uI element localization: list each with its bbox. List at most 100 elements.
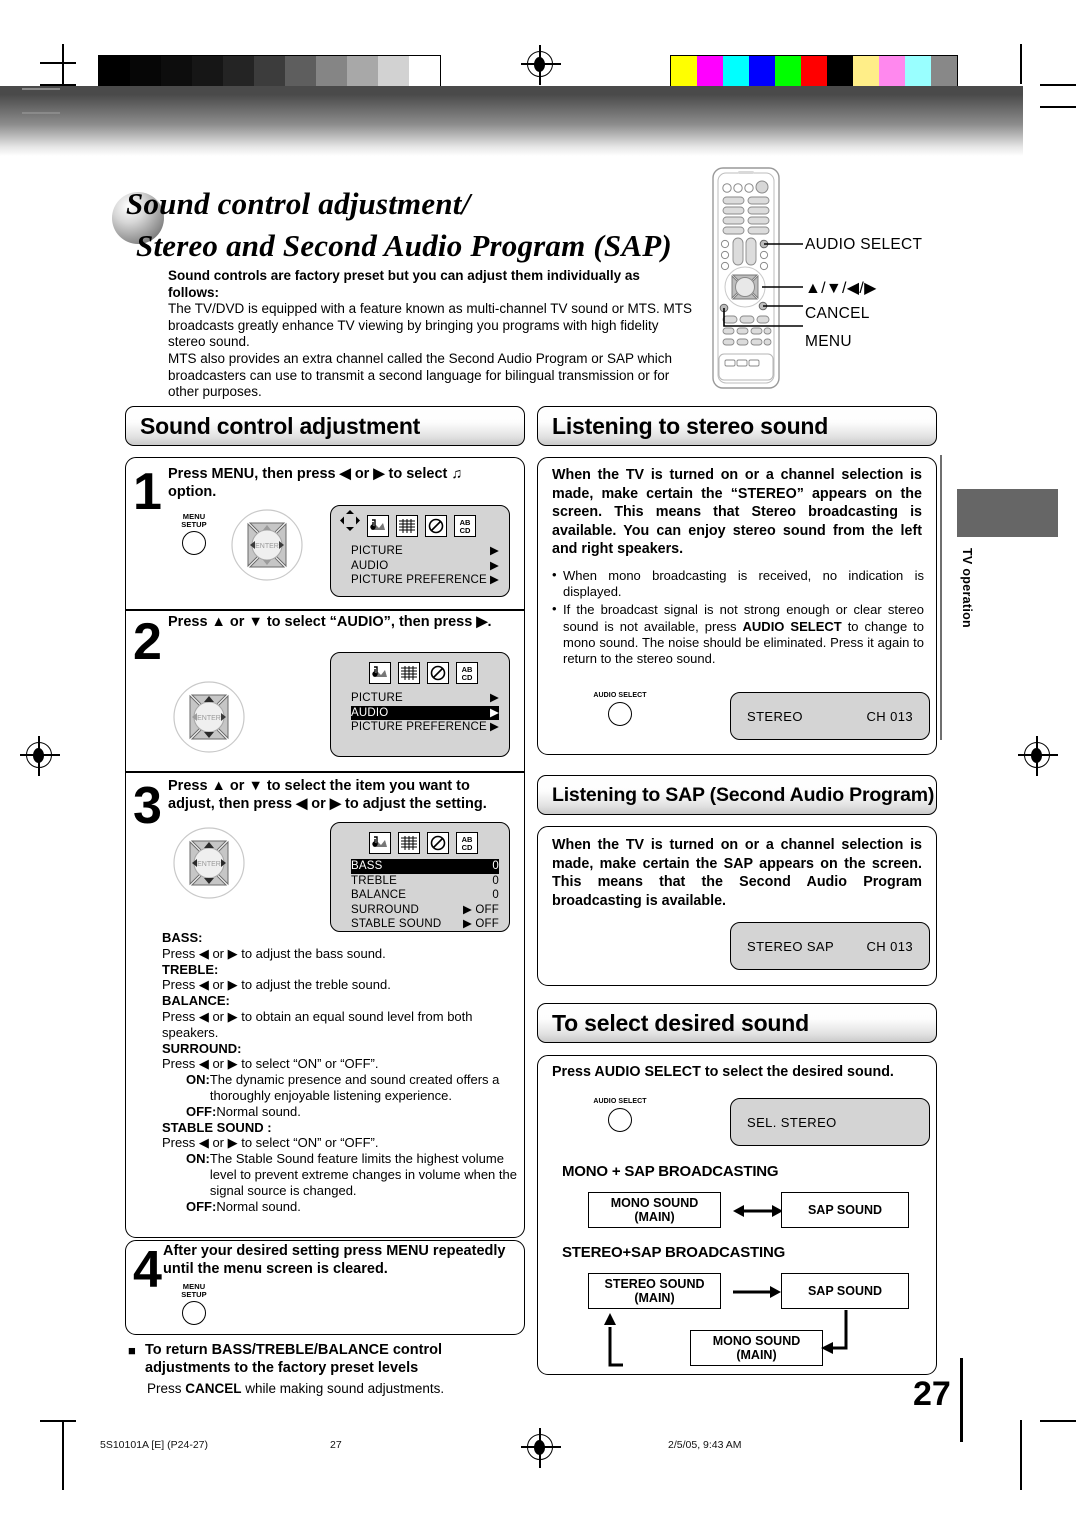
bass-desc: Press ◀ or ▶ to adjust the bass sound. bbox=[162, 945, 386, 961]
calibration-swatch bbox=[254, 56, 285, 86]
arrow-pad-step2[interactable]: ENTER bbox=[170, 680, 248, 754]
osd-icon-row-step3: AB CD bbox=[331, 823, 509, 854]
flow-box-mono-1: MONO SOUND (MAIN) bbox=[588, 1192, 721, 1228]
crop-mark-tr-v bbox=[1020, 44, 1022, 84]
color-calibration-bar bbox=[670, 55, 958, 87]
arrow-pad-step1[interactable]: ENTER bbox=[228, 508, 306, 582]
audio-icon bbox=[369, 832, 391, 854]
osd-cursor-icon-step1 bbox=[340, 510, 360, 531]
menu-setup-line2: SETUP bbox=[181, 520, 207, 529]
osd-rows-step1: PICTURE ▶ AUDIO ▶ PICTURE PREFERENCE ▶ bbox=[331, 537, 509, 588]
crop-mark-tr-h2 bbox=[1040, 106, 1076, 108]
osd-row-value: ▶ OFF bbox=[462, 903, 499, 916]
osd-row[interactable]: PICTURE PREFERENCE ▶ bbox=[351, 573, 499, 588]
crop-mark-br-v bbox=[1020, 1420, 1022, 1490]
balance-desc: Press ◀ or ▶ to obtain an equal sound le… bbox=[162, 1008, 473, 1040]
callout-audio-select: AUDIO SELECT bbox=[805, 236, 923, 253]
flow-arrow-bidirectional-icon bbox=[733, 1205, 783, 1217]
abcd-icon: AB CD bbox=[456, 662, 478, 684]
treble-desc: Press ◀ or ▶ to adjust the treble sound. bbox=[162, 977, 391, 993]
arrow-pad-step3[interactable]: ENTER bbox=[170, 826, 248, 900]
crop-mark-tr-h bbox=[1040, 84, 1076, 86]
osd-row-label: PICTURE PREFERENCE bbox=[351, 721, 487, 733]
osd-row[interactable]: TREBLE 0 bbox=[351, 874, 499, 889]
stable-on-label: ON: bbox=[186, 1151, 210, 1167]
osd-panel-step2: AB CD PICTURE ▶ AUDIO ▶ PICTURE PREFERENCE ▶ bbox=[330, 652, 510, 757]
calibration-swatch bbox=[161, 56, 192, 86]
osd-row[interactable]: AUDIO ▶ bbox=[351, 705, 499, 720]
page-title-line2: Stereo and Second Audio Program (SAP) bbox=[136, 228, 672, 263]
calibration-swatch bbox=[905, 56, 931, 86]
flow-box-sap-2: SAP SOUND bbox=[781, 1273, 909, 1309]
osd-row-label: AUDIO bbox=[351, 706, 389, 719]
callout-arrow-keys: ▲/▼/◀/▶ bbox=[805, 280, 877, 297]
osd-row[interactable]: SURROUND ▶ OFF bbox=[351, 903, 499, 918]
page-title: Sound control adjustment/ Stereo and Sec… bbox=[112, 186, 712, 264]
osd-row-label: BALANCE bbox=[351, 889, 407, 901]
stereo-display: STEREO CH 013 bbox=[730, 692, 930, 740]
menu-setup-ring-icon bbox=[182, 1301, 206, 1325]
balance-head: BALANCE: bbox=[162, 993, 230, 1009]
prohibit-icon bbox=[427, 832, 449, 854]
grid-icon bbox=[396, 515, 418, 537]
osd-row[interactable]: PICTURE ▶ bbox=[351, 544, 499, 559]
stable-sound-press: Press ◀ or ▶ to select “ON” or “OFF”. bbox=[162, 1135, 379, 1151]
header-gradient-band bbox=[0, 86, 1023, 156]
footer-right: 2/5/05, 9:43 AM bbox=[668, 1439, 742, 1451]
audio-select-button-select[interactable]: AUDIO SELECT bbox=[590, 1098, 650, 1132]
stereo-bullets: When mono broadcasting is received, no i… bbox=[552, 567, 924, 669]
surround-off-text: Normal sound. bbox=[216, 1103, 301, 1119]
calibration-swatch bbox=[853, 56, 879, 86]
intro-text: Sound controls are factory preset but yo… bbox=[168, 268, 693, 401]
calibration-swatch bbox=[130, 56, 161, 86]
page-number: 27 bbox=[913, 1375, 951, 1413]
osd-row[interactable]: AUDIO ▶ bbox=[351, 559, 499, 574]
select-sound-instruction: Press AUDIO SELECT to select the desired… bbox=[552, 1063, 924, 1081]
osd-row[interactable]: PICTURE ▶ bbox=[351, 691, 499, 706]
abcd-icon: AB CD bbox=[454, 515, 476, 537]
osd-row-label: AUDIO bbox=[351, 559, 389, 572]
audio-icon bbox=[367, 515, 389, 537]
page-number-rule bbox=[960, 1358, 963, 1442]
osd-row[interactable]: PICTURE PREFERENCE ▶ bbox=[351, 720, 499, 735]
osd-row[interactable]: BASS 0 bbox=[351, 859, 499, 874]
audio-select-ring-icon bbox=[608, 702, 632, 726]
abcd-icon: AB CD bbox=[456, 832, 478, 854]
osd-row-value: ▶ bbox=[489, 721, 499, 733]
osd-row-value: ▶ bbox=[489, 574, 499, 586]
svg-text:CD: CD bbox=[460, 526, 471, 535]
osd-row-label: PICTURE bbox=[351, 692, 403, 704]
menu-setup-button-step4[interactable]: MENU SETUP bbox=[172, 1283, 216, 1325]
sap-bold-text: When the TV is turned on or a channel se… bbox=[552, 837, 922, 909]
stereo-bullet-2: If the broadcast signal is not strong en… bbox=[552, 601, 924, 667]
step-2-number: 2 bbox=[133, 613, 162, 671]
reset-note-bold: CANCEL bbox=[185, 1381, 242, 1396]
mono-sap-caption: MONO + SAP BROADCASTING bbox=[562, 1163, 779, 1180]
grayscale-calibration-bar bbox=[98, 55, 441, 87]
calibration-swatch bbox=[723, 56, 749, 86]
bass-head: BASS: bbox=[162, 930, 203, 945]
side-tab-marker bbox=[957, 489, 1058, 537]
flow-stereo-l2: (MAIN) bbox=[634, 1291, 675, 1305]
flow-loop-arrows-icon bbox=[604, 1310, 848, 1367]
osd-row-value: 0 bbox=[492, 889, 499, 901]
stereo-bullet-1: When mono broadcasting is received, no i… bbox=[552, 567, 924, 600]
osd-row[interactable]: BALANCE 0 bbox=[351, 888, 499, 903]
calibration-swatch bbox=[801, 56, 827, 86]
osd-row-label: PICTURE PREFERENCE bbox=[351, 574, 487, 586]
callout-menu: MENU bbox=[805, 333, 852, 350]
footer-center: 27 bbox=[330, 1439, 342, 1451]
reset-note-heading: To return BASS/TREBLE/BALANCE control ad… bbox=[145, 1342, 442, 1376]
audio-select-button-stereo[interactable]: AUDIO SELECT bbox=[590, 692, 650, 726]
calibration-swatch bbox=[347, 56, 378, 86]
calibration-swatch bbox=[99, 56, 130, 86]
osd-icon-row-step2: AB CD bbox=[331, 653, 509, 684]
surround-desc: Press ◀ or ▶ to select “ON” or “OFF”. bbox=[162, 1056, 379, 1072]
stereo-display-right: CH 013 bbox=[866, 708, 913, 724]
step-1-text: Press MENU, then press ◀ or ▶ to select … bbox=[168, 466, 463, 500]
step-1-number: 1 bbox=[133, 463, 162, 521]
menu-setup-line2: SETUP bbox=[181, 1290, 207, 1299]
stable-on-text: The Stable Sound feature limits the high… bbox=[209, 1151, 517, 1198]
menu-setup-button-step1[interactable]: MENU SETUP bbox=[172, 513, 216, 555]
osd-row-label: SURROUND bbox=[351, 903, 420, 916]
